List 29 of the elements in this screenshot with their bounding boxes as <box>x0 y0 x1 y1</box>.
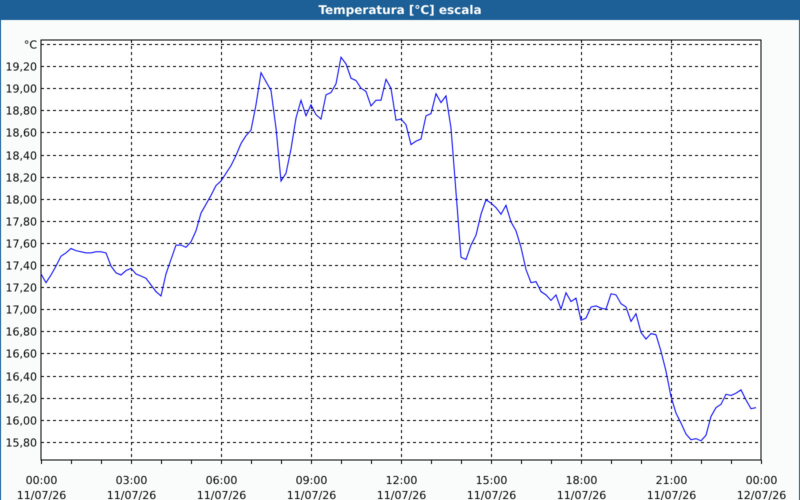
y-axis-label: 16,00 <box>6 414 37 428</box>
y-axis-label: 17,80 <box>6 216 37 228</box>
y-axis-label: 19,20 <box>6 60 37 74</box>
y-axis-label: 17,20 <box>6 282 37 294</box>
x-axis-label: 15:00 11/07/26 <box>466 474 516 500</box>
y-axis-label: 16,40 <box>6 370 37 384</box>
y-axis-label: °C <box>24 38 37 52</box>
y-axis-label: 16,60 <box>6 348 37 360</box>
y-axis-label: 18,20 <box>6 172 37 184</box>
x-axis-label: 21:00 11/07/26 <box>646 474 696 500</box>
y-axis-label: 16,20 <box>6 392 37 406</box>
y-axis-label: 17,40 <box>6 260 37 272</box>
window-title: Temperatura [°C] escala <box>1 0 799 20</box>
y-axis-label: 18,80 <box>6 104 37 118</box>
y-axis-label: 16,80 <box>6 326 37 338</box>
y-axis-label: 17,00 <box>6 304 37 316</box>
x-axis-label: 12:00 11/07/26 <box>376 474 426 500</box>
y-axis-label: 18,60 <box>6 126 37 140</box>
y-axis-label: 17,60 <box>6 238 37 250</box>
x-axis-label: 00:00 11/07/26 <box>16 474 66 500</box>
y-axis-label: 18,40 <box>6 150 37 162</box>
y-axis-label: 15,80 <box>6 436 37 450</box>
x-axis-label: 06:00 11/07/26 <box>196 474 246 500</box>
x-axis-label: 00:00 12/07/26 <box>736 474 786 500</box>
x-axis-label: 09:00 11/07/26 <box>286 474 336 500</box>
y-axis-label: 18,00 <box>6 194 37 206</box>
x-axis-label: 18:00 11/07/26 <box>556 474 606 500</box>
x-axis-label: 03:00 11/07/26 <box>106 474 156 500</box>
y-axis-label: 19,00 <box>6 82 37 96</box>
